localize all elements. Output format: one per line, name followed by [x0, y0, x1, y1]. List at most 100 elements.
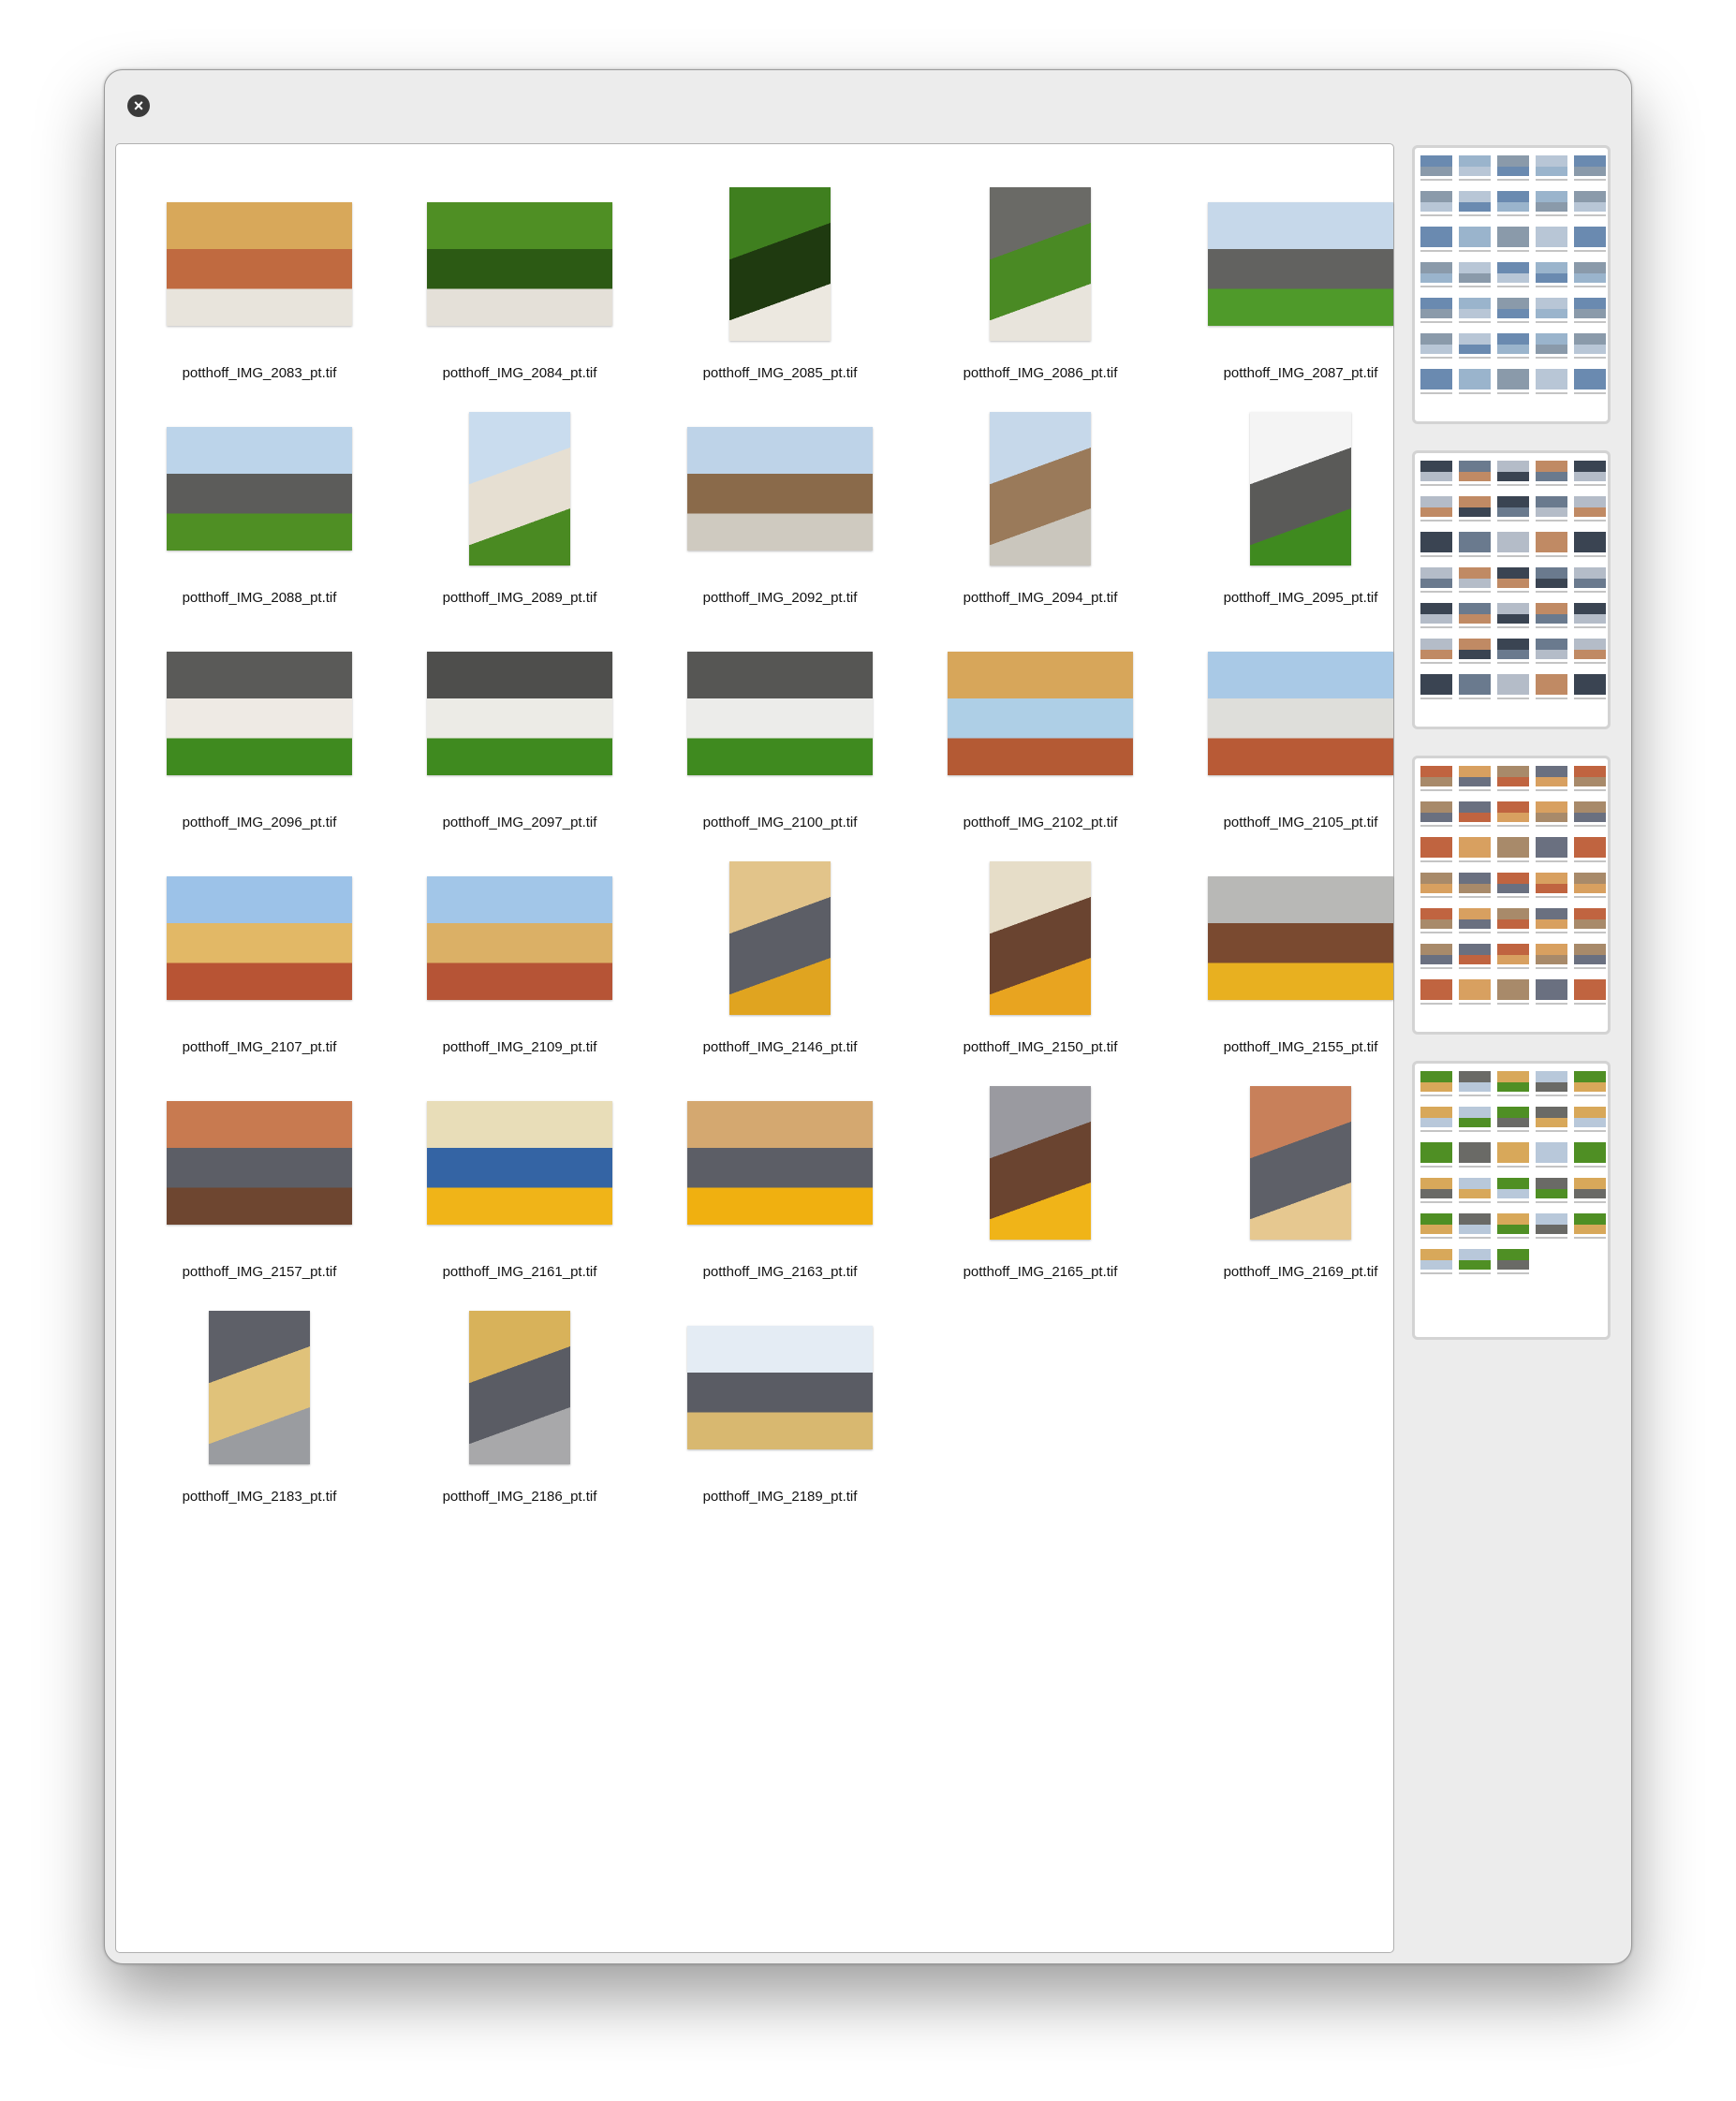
mini-photo [1459, 1178, 1491, 1198]
mini-photo-label [1574, 1166, 1606, 1168]
mini-photo [1574, 603, 1606, 624]
photo-thumbnail[interactable] [427, 1101, 612, 1225]
mini-photo-label [1459, 214, 1491, 216]
photo-thumbnail[interactable] [167, 652, 352, 775]
thumbnail-item[interactable]: potthoff_IMG_2092_pt.tif [650, 395, 910, 610]
thumbnail-item[interactable]: potthoff_IMG_2165_pt.tif [910, 1069, 1170, 1285]
photo-thumbnail[interactable] [167, 427, 352, 551]
page-thumbnail[interactable] [1412, 1061, 1611, 1340]
mini-photo [1536, 567, 1567, 588]
photo-thumbnail[interactable] [1208, 876, 1393, 1000]
mini-photo-label [1497, 896, 1529, 898]
photo-thumbnail[interactable] [687, 652, 873, 775]
photo-thumbnail[interactable] [1208, 652, 1393, 775]
page-thumbnail[interactable] [1412, 756, 1611, 1035]
photo-thumbnail[interactable] [427, 652, 612, 775]
mini-photo-label [1536, 860, 1567, 862]
thumbnail-item[interactable]: potthoff_IMG_2186_pt.tif [390, 1294, 650, 1509]
thumbnail-item[interactable]: potthoff_IMG_2161_pt.tif [390, 1069, 650, 1285]
thumbnail-item[interactable]: potthoff_IMG_2109_pt.tif [390, 845, 650, 1060]
thumbnail-item[interactable]: potthoff_IMG_2088_pt.tif [129, 395, 390, 610]
mini-photo [1497, 944, 1529, 964]
photo-thumbnail[interactable] [167, 1101, 352, 1225]
photo-thumbnail[interactable] [687, 1326, 873, 1449]
thumbnail-filename: potthoff_IMG_2085_pt.tif [702, 365, 858, 381]
thumbnail-filename: potthoff_IMG_2084_pt.tif [442, 365, 597, 381]
thumbnail-item[interactable]: potthoff_IMG_2096_pt.tif [129, 620, 390, 835]
thumbnail-item[interactable]: potthoff_IMG_2183_pt.tif [129, 1294, 390, 1509]
photo-thumbnail[interactable] [427, 876, 612, 1000]
thumbnail-item[interactable]: potthoff_IMG_2089_pt.tif [390, 395, 650, 610]
thumbnail-filename: potthoff_IMG_2161_pt.tif [442, 1264, 597, 1280]
thumbnail-filename: potthoff_IMG_2102_pt.tif [963, 815, 1118, 830]
mini-photo-label [1420, 967, 1452, 969]
photo-thumbnail[interactable] [990, 1086, 1091, 1240]
mini-photo-label [1420, 932, 1452, 933]
mini-photo-label [1459, 392, 1491, 394]
mini-photo [1459, 262, 1491, 283]
mini-photo [1574, 1071, 1606, 1092]
thumbnail-item[interactable]: potthoff_IMG_2095_pt.tif [1170, 395, 1431, 610]
thumbnail-filename: potthoff_IMG_2150_pt.tif [963, 1039, 1118, 1055]
thumbnail-item[interactable]: potthoff_IMG_2107_pt.tif [129, 845, 390, 1060]
page-thumbnail[interactable] [1412, 145, 1611, 424]
thumbnail-frame [390, 1294, 650, 1481]
page-thumbnail[interactable] [1412, 450, 1611, 729]
thumbnail-item[interactable]: potthoff_IMG_2150_pt.tif [910, 845, 1170, 1060]
thumbnail-item[interactable]: potthoff_IMG_2094_pt.tif [910, 395, 1170, 610]
thumbnail-item[interactable]: potthoff_IMG_2085_pt.tif [650, 170, 910, 386]
mini-photo-label [1536, 250, 1567, 252]
mini-photo-label [1497, 357, 1529, 359]
mini-photo [1497, 674, 1529, 695]
photo-thumbnail[interactable] [167, 202, 352, 326]
photo-thumbnail[interactable] [687, 1101, 873, 1225]
mini-photo-label [1574, 932, 1606, 933]
thumbnail-item[interactable]: potthoff_IMG_2102_pt.tif [910, 620, 1170, 835]
photo-thumbnail[interactable] [469, 412, 570, 566]
thumbnail-item[interactable]: potthoff_IMG_2083_pt.tif [129, 170, 390, 386]
photo-thumbnail[interactable] [990, 412, 1091, 566]
thumbnail-item[interactable]: potthoff_IMG_2163_pt.tif [650, 1069, 910, 1285]
mini-photo-label [1497, 321, 1529, 323]
mini-photo [1420, 155, 1452, 176]
photo-thumbnail[interactable] [729, 187, 831, 341]
photo-thumbnail[interactable] [1208, 202, 1393, 326]
photo-thumbnail[interactable] [990, 861, 1091, 1015]
thumbnail-item[interactable]: potthoff_IMG_2155_pt.tif [1170, 845, 1431, 1060]
mini-photo [1574, 227, 1606, 247]
thumbnail-item[interactable]: potthoff_IMG_2084_pt.tif [390, 170, 650, 386]
thumbnail-item[interactable]: potthoff_IMG_2097_pt.tif [390, 620, 650, 835]
mini-photo [1574, 369, 1606, 389]
photo-thumbnail[interactable] [948, 652, 1133, 775]
thumbnail-item[interactable]: potthoff_IMG_2100_pt.tif [650, 620, 910, 835]
thumbnail-item[interactable]: potthoff_IMG_2189_pt.tif [650, 1294, 910, 1509]
thumbnail-item[interactable]: potthoff_IMG_2157_pt.tif [129, 1069, 390, 1285]
thumbnail-item[interactable]: potthoff_IMG_2087_pt.tif [1170, 170, 1431, 386]
thumbnail-item[interactable]: potthoff_IMG_2146_pt.tif [650, 845, 910, 1060]
thumbnail-item[interactable]: potthoff_IMG_2086_pt.tif [910, 170, 1170, 386]
mini-photo-label [1536, 662, 1567, 664]
mini-photo-label [1536, 932, 1567, 933]
thumbnail-frame [129, 1069, 390, 1256]
photo-thumbnail[interactable] [427, 202, 612, 326]
photo-thumbnail[interactable] [687, 427, 873, 551]
photo-thumbnail[interactable] [990, 187, 1091, 341]
photo-thumbnail[interactable] [1250, 412, 1351, 566]
mini-photo [1536, 1178, 1567, 1198]
thumbnail-item[interactable]: potthoff_IMG_2169_pt.tif [1170, 1069, 1431, 1285]
mini-photo-label [1497, 967, 1529, 969]
thumbnail-filename: potthoff_IMG_2097_pt.tif [442, 815, 597, 830]
mini-photo-label [1420, 860, 1452, 862]
mini-photo-label [1459, 484, 1491, 486]
mini-photo [1420, 639, 1452, 659]
photo-thumbnail[interactable] [469, 1311, 570, 1464]
photo-thumbnail[interactable] [167, 876, 352, 1000]
thumbnail-frame [650, 395, 910, 582]
photo-thumbnail[interactable] [209, 1311, 310, 1464]
mini-photo [1459, 603, 1491, 624]
close-icon[interactable]: × [127, 95, 150, 117]
photo-thumbnail[interactable] [1250, 1086, 1351, 1240]
thumbnail-item[interactable]: potthoff_IMG_2105_pt.tif [1170, 620, 1431, 835]
mini-photo [1459, 1249, 1491, 1270]
photo-thumbnail[interactable] [729, 861, 831, 1015]
